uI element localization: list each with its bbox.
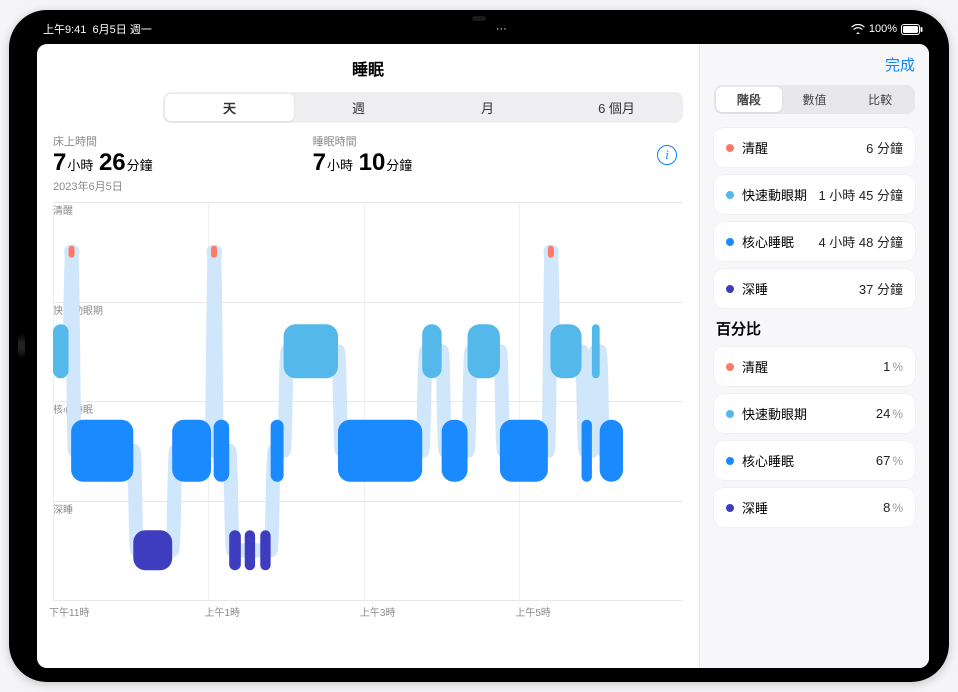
segment-月[interactable]: 月 [423,94,552,121]
stage-dot-rem [726,410,734,418]
summary-row: 床上時間 7小時 26分鐘 2023年6月5日 睡眠時間 7小時 10分鐘 i [53,131,683,196]
chart-segment-core[interactable] [500,420,548,482]
stage-dot-core [726,457,734,465]
page-title: 睡眠 [53,56,683,80]
ipad-frame: 上午9:41 6月5日 週一 ··· 100% 睡眠 天週月6 個月 床上時間 … [9,10,949,682]
stage-dot-deep [726,504,734,512]
chart-segment-rem[interactable] [53,324,69,378]
segment-比較[interactable]: 比較 [847,87,913,112]
stage-row-awake[interactable]: 清醒 6 分鐘 [714,128,915,167]
time-asleep-value: 7小時 10分鐘 [313,149,413,177]
chart-segment-rem[interactable] [284,324,338,378]
summary-date: 2023年6月5日 [53,178,153,194]
stage-label: 深睡 [742,498,768,517]
stage-label: 快速動眼期 [742,185,807,204]
stage-value: 67% [876,453,903,468]
x-tick: 上午5時 [515,604,551,619]
stage-value: 6 分鐘 [866,138,903,157]
done-button[interactable]: 完成 [714,54,915,75]
stage-row-core[interactable]: 核心睡眠 67% [714,441,915,480]
home-indicator [18,334,25,358]
range-segmented-control[interactable]: 天週月6 個月 [163,92,683,123]
detail-segmented-control[interactable]: 階段數值比較 [714,85,915,114]
stage-dot-awake [726,363,734,371]
segment-數值[interactable]: 數值 [782,87,848,112]
chart-segment-awake[interactable] [211,246,217,258]
chart-segment-rem[interactable] [592,324,600,378]
sleep-stage-chart[interactable]: 清醒快速動眼期核心睡眠深睡下午11時上午1時上午3時上午5時 [53,202,683,656]
segment-階段[interactable]: 階段 [716,87,782,112]
side-panel: 完成 階段數值比較 清醒 6 分鐘 快速動眼期 1 小時 45 分鐘 核心睡眠 … [700,44,929,668]
stage-value: 1 小時 45 分鐘 [818,185,903,204]
status-left: 上午9:41 6月5日 週一 [43,21,152,37]
chart-segment-core[interactable] [600,420,623,482]
chart-segment-deep[interactable] [229,530,241,570]
stage-dot-rem [726,191,734,199]
stage-dot-deep [726,285,734,293]
time-in-bed: 床上時間 7小時 26分鐘 2023年6月5日 [53,133,153,194]
info-button[interactable]: i [657,145,677,165]
time-in-bed-label: 床上時間 [53,133,153,149]
main-panel: 睡眠 天週月6 個月 床上時間 7小時 26分鐘 2023年6月5日 睡眠時間 … [37,44,700,668]
stage-label: 核心睡眠 [742,451,794,470]
stage-value: 37 分鐘 [859,279,903,298]
stage-row-awake[interactable]: 清醒 1% [714,347,915,386]
chart-segment-deep[interactable] [260,530,270,570]
stage-row-rem[interactable]: 快速動眼期 1 小時 45 分鐘 [714,175,915,214]
wifi-icon [851,24,865,34]
percent-section-title: 百分比 [716,318,915,339]
stage-value: 8% [883,500,903,515]
stage-label: 清醒 [742,357,768,376]
duration-section: 清醒 6 分鐘 快速動眼期 1 小時 45 分鐘 核心睡眠 4 小時 48 分鐘… [714,128,915,308]
time-asleep-label: 睡眠時間 [313,133,413,149]
chart-segment-core[interactable] [172,420,211,482]
time-in-bed-value: 7小時 26分鐘 [53,149,153,177]
stage-label: 核心睡眠 [742,232,794,251]
status-right: 100% [851,23,923,35]
status-time: 上午9:41 [43,24,86,36]
time-asleep: 睡眠時間 7小時 10分鐘 [313,133,413,194]
stage-label: 深睡 [742,279,768,298]
chart-segment-core[interactable] [271,420,284,482]
chart-segment-core[interactable] [582,420,592,482]
x-tick: 上午1時 [204,604,240,619]
chart-segment-deep[interactable] [245,530,255,570]
status-date: 6月5日 週一 [93,24,152,36]
stage-value: 24% [876,406,903,421]
battery-icon [901,24,923,35]
chart-segment-awake[interactable] [548,246,554,258]
chart-segment-core[interactable] [214,420,230,482]
x-tick: 下午11時 [49,604,89,619]
camera-notch [472,16,486,21]
stage-dot-awake [726,144,734,152]
percent-section: 清醒 1% 快速動眼期 24% 核心睡眠 67% 深睡 8% [714,347,915,527]
stage-row-core[interactable]: 核心睡眠 4 小時 48 分鐘 [714,222,915,261]
segment-天[interactable]: 天 [165,94,294,121]
chart-segment-rem[interactable] [468,324,500,378]
stage-row-rem[interactable]: 快速動眼期 24% [714,394,915,433]
chart-segment-rem[interactable] [550,324,581,378]
chart-segment-core[interactable] [338,420,422,482]
stage-row-deep[interactable]: 深睡 37 分鐘 [714,269,915,308]
x-tick: 上午3時 [360,604,396,619]
chart-segment-rem[interactable] [422,324,441,378]
chart-segment-core[interactable] [71,420,133,482]
stage-dot-core [726,238,734,246]
stage-label: 清醒 [742,138,768,157]
stage-label: 快速動眼期 [742,404,807,423]
chart-segment-core[interactable] [442,420,468,482]
app-screen: 睡眠 天週月6 個月 床上時間 7小時 26分鐘 2023年6月5日 睡眠時間 … [37,44,929,668]
chart-segment-deep[interactable] [133,530,172,570]
stage-value: 4 小時 48 分鐘 [818,232,903,251]
segment-週[interactable]: 週 [294,94,423,121]
battery-pct: 100% [869,23,897,35]
segment-6 個月[interactable]: 6 個月 [552,94,681,121]
status-bar: 上午9:41 6月5日 週一 ··· 100% [37,20,929,38]
chart-segment-awake[interactable] [69,246,75,258]
stage-value: 1% [883,359,903,374]
status-center: ··· [496,23,507,35]
stage-row-deep[interactable]: 深睡 8% [714,488,915,527]
